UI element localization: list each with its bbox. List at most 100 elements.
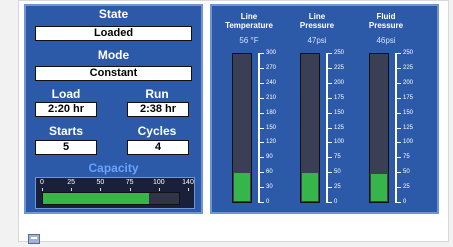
line-temperature-tick-label: 60 (266, 169, 273, 176)
save-icon[interactable] (28, 234, 40, 244)
line-temperature-tick-label: 300 (266, 50, 277, 56)
line-temperature-tick (258, 82, 264, 84)
line-pressure-title-line2: Pressure (299, 21, 335, 30)
capacity-tick-label: 140 (182, 179, 194, 186)
fluid-pressure-tick-label: 25 (403, 184, 410, 191)
capacity-tick-label: 100 (152, 179, 165, 186)
line-pressure-tick (326, 97, 332, 99)
line-pressure-scale: 250 225 200 175 150 125 100 75 50 25 0 (326, 50, 344, 205)
fluid-pressure-title-line1: Fluid (376, 12, 396, 21)
fluid-pressure-tick-label: 75 (403, 154, 410, 161)
line-temperature-scale: 300 270 240 210 180 150 120 90 60 30 0 (258, 50, 276, 205)
line-temperature-tick-label: 150 (266, 124, 277, 131)
fluid-pressure-tick (395, 202, 401, 203)
line-pressure-tick-label: 100 (334, 139, 345, 146)
line-pressure-tick (326, 53, 332, 54)
capacity-tick-mark (100, 188, 102, 191)
capacity-tick-mark (188, 188, 189, 191)
capacity-fill (43, 193, 150, 204)
fluid-pressure-tick-label: 125 (403, 124, 414, 131)
line-temperature-tick (258, 67, 264, 69)
line-pressure-tick-label: 150 (334, 109, 345, 116)
fluid-pressure-tick-label: 225 (403, 64, 414, 71)
line-pressure-title: Line Pressure (282, 12, 352, 30)
fluid-pressure-fill (371, 174, 387, 201)
line-temperature-tick-label: 90 (266, 154, 273, 161)
fluid-pressure-tick (395, 172, 401, 174)
fluid-pressure-reading: 46psi (376, 36, 396, 45)
fluid-pressure-tube (369, 53, 389, 203)
line-temperature-tick-label: 240 (266, 79, 277, 86)
line-temperature-tick (258, 202, 264, 203)
line-pressure-tick (326, 157, 332, 159)
capacity-scale: 0 25 50 75 100 140 (40, 179, 194, 191)
fluid-pressure-tick-label: 250 (403, 50, 414, 56)
line-pressure-tick (326, 202, 332, 203)
capacity-track (42, 192, 180, 205)
fluid-pressure-title-line2: Pressure (368, 21, 404, 30)
fluid-pressure-tick-label: 200 (403, 79, 414, 86)
line-pressure-tick-label: 25 (334, 184, 341, 191)
line-temperature-tick-label: 30 (266, 184, 273, 191)
capacity-remaining (149, 193, 179, 204)
fluid-pressure-tick-label: 0 (403, 199, 407, 205)
line-temperature-tick-label: 0 (266, 199, 270, 205)
line-pressure-tick (326, 82, 332, 84)
fluid-pressure-tick (395, 82, 401, 84)
fluid-pressure-scale: 250 225 200 175 150 125 100 75 50 25 0 (395, 50, 413, 205)
line-temperature-fill (234, 173, 250, 201)
line-temperature-tick (258, 127, 264, 129)
capacity-tick-mark (71, 188, 73, 191)
line-temperature-tick (258, 112, 264, 114)
line-pressure-reading: 47psi (307, 36, 327, 45)
capacity-tick-label: 25 (67, 179, 76, 186)
fluid-pressure-tick-label: 50 (403, 169, 410, 176)
fluid-pressure-tick (395, 142, 401, 144)
fluid-pressure-tick (395, 187, 401, 189)
fluid-pressure-title: Fluid Pressure (351, 12, 421, 30)
line-temperature-tick-label: 120 (266, 139, 277, 146)
line-pressure-tube (300, 53, 320, 203)
mode-value: Constant (35, 66, 192, 81)
capacity-label: Capacity (88, 161, 139, 175)
capacity-tick-mark (42, 188, 43, 191)
line-temperature-title: Line Temperature (214, 12, 284, 30)
fluid-pressure-tick (395, 127, 401, 129)
line-temperature-tick-label: 270 (266, 64, 277, 71)
line-temperature-tube (232, 53, 252, 203)
capacity-tick-label: 50 (96, 179, 105, 186)
capacity-bar: 0 25 50 75 100 140 (35, 177, 195, 209)
line-pressure-fill (302, 173, 318, 201)
line-temperature-tick-label: 180 (266, 109, 277, 116)
line-pressure-title-line1: Line (308, 12, 326, 21)
line-pressure-tick-label: 125 (334, 124, 345, 131)
line-pressure-tick-label: 225 (334, 64, 345, 71)
line-pressure-tick-label: 250 (334, 50, 345, 56)
line-pressure-tick (326, 67, 332, 69)
line-pressure-tick (326, 187, 332, 189)
capacity-tick-mark (129, 188, 131, 191)
starts-label: Starts (48, 124, 83, 138)
run-value: 2:38 hr (127, 102, 189, 117)
line-temperature-tick (258, 187, 264, 189)
state-label: State (98, 7, 129, 21)
line-pressure-tick-label: 0 (334, 199, 338, 205)
load-value: 2:20 hr (35, 102, 97, 117)
line-pressure-tick (326, 127, 332, 129)
line-pressure-tick-label: 200 (334, 79, 345, 86)
fluid-pressure-tick-label: 100 (403, 139, 414, 146)
line-temperature-tick-label: 210 (266, 94, 277, 101)
run-label: Run (145, 87, 169, 101)
line-temperature-tick (258, 157, 264, 159)
capacity-tick-mark (158, 188, 160, 191)
capacity-tick-label: 75 (125, 179, 134, 186)
line-temperature-title-line2: Temperature (225, 21, 273, 30)
line-pressure-tick (326, 172, 332, 174)
line-temperature-title-line1: Line (240, 12, 258, 21)
line-pressure-tick-label: 50 (334, 169, 341, 176)
line-pressure-tick-label: 75 (334, 154, 341, 161)
line-temperature-tick (258, 172, 264, 174)
capacity-tick-label: 0 (40, 179, 44, 186)
line-temperature-tick (258, 142, 264, 144)
line-temperature-reading: 56 °F (239, 36, 259, 45)
